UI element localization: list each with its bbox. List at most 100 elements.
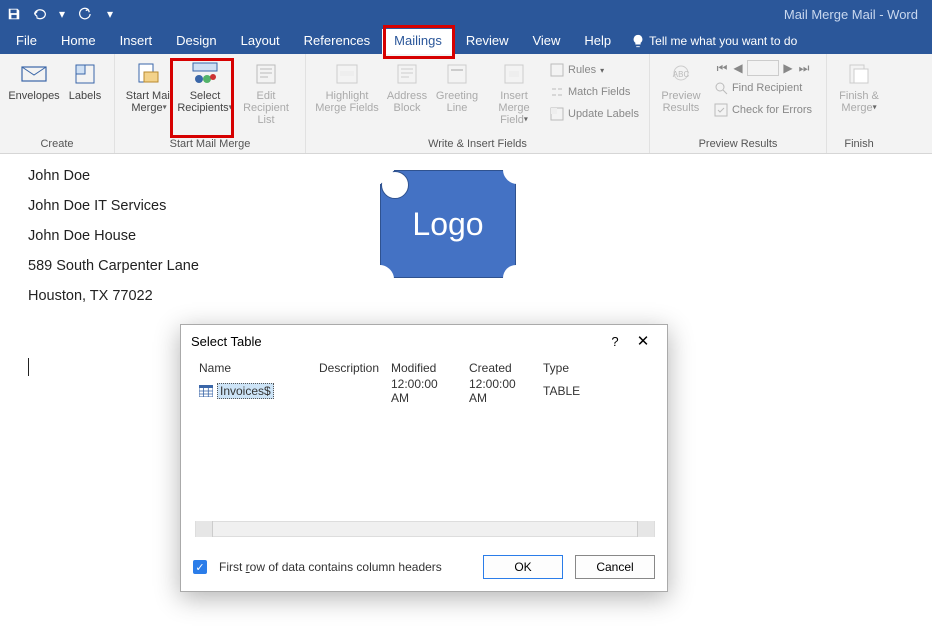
dialog-help-button[interactable]: ?: [601, 334, 629, 349]
edit-recipient-list-button[interactable]: Edit Recipient List: [233, 58, 299, 126]
ribbon-group-create: Envelopes Labels Create: [0, 54, 115, 153]
tab-review[interactable]: Review: [454, 29, 521, 54]
match-fields-button[interactable]: Match Fields: [550, 82, 639, 102]
last-record-icon[interactable]: ⏭: [797, 61, 811, 75]
ribbon-group-start-mail-merge: Start Mail Merge▾ Select Recipients▾ Edi…: [115, 54, 306, 153]
address-block-button[interactable]: Address Block: [382, 58, 432, 114]
cancel-button[interactable]: Cancel: [575, 555, 655, 579]
ribbon: Envelopes Labels Create Start Mail Merge…: [0, 54, 932, 154]
text-cursor: [28, 358, 29, 376]
finish-merge-icon: [845, 60, 873, 88]
dialog-footer: ✓ First row of data contains column head…: [181, 545, 667, 591]
select-recipients-icon: [191, 60, 219, 88]
logo-shape: Logo: [380, 170, 516, 278]
tab-file[interactable]: File: [4, 29, 49, 54]
ribbon-group-preview: ABC Preview Results ⏮ ◀ ▶ ⏭ Find Recipie…: [650, 54, 827, 153]
start-mail-merge-icon: [135, 60, 163, 88]
tell-me-search[interactable]: Tell me what you want to do: [623, 34, 805, 54]
undo-icon[interactable]: [32, 6, 48, 22]
table-row-created: 12:00:00 AM: [463, 377, 537, 405]
tell-me-label: Tell me what you want to do: [649, 34, 797, 48]
first-record-icon[interactable]: ⏮: [715, 61, 729, 75]
greeting-line-button[interactable]: Greeting Line: [432, 58, 482, 114]
group-label-finish: Finish: [827, 136, 891, 153]
save-icon[interactable]: [6, 6, 22, 22]
ribbon-group-finish: Finish & Merge▾ Finish: [827, 54, 891, 153]
col-type[interactable]: Type: [537, 361, 597, 375]
update-labels-icon: [550, 107, 564, 121]
title-bar: ▾ ▾ Mail Merge Mail - Word: [0, 0, 932, 28]
labels-icon: [71, 60, 99, 88]
update-labels-button[interactable]: Update Labels: [550, 104, 639, 124]
find-recipient-button[interactable]: Find Recipient: [714, 78, 812, 98]
dialog-titlebar: Select Table ? ✕: [181, 325, 667, 357]
col-modified[interactable]: Modified: [385, 361, 463, 375]
envelopes-icon: [20, 60, 48, 88]
record-navigation: ⏮ ◀ ▶ ⏭: [710, 60, 816, 76]
tab-view[interactable]: View: [520, 29, 572, 54]
start-mail-merge-button[interactable]: Start Mail Merge▾: [121, 58, 177, 114]
first-row-headers-label: First row of data contains column header…: [219, 560, 442, 574]
select-recipients-button[interactable]: Select Recipients▾: [177, 58, 233, 114]
group-label-write: Write & Insert Fields: [306, 136, 649, 153]
greeting-line-icon: [443, 60, 471, 88]
highlight-merge-fields-icon: [333, 60, 361, 88]
record-number-input[interactable]: [747, 60, 779, 76]
table-row-modified: 12:00:00 AM: [385, 377, 463, 405]
group-label-startmm: Start Mail Merge: [115, 136, 305, 153]
highlight-merge-fields-button[interactable]: Highlight Merge Fields: [312, 58, 382, 114]
match-fields-icon: [550, 85, 564, 99]
horizontal-scrollbar[interactable]: [195, 521, 655, 537]
qat-more-icon[interactable]: ▾: [102, 6, 118, 22]
next-record-icon[interactable]: ▶: [781, 61, 795, 75]
insert-merge-field-button[interactable]: Insert Merge Field▾: [482, 58, 546, 126]
tab-design[interactable]: Design: [164, 29, 228, 54]
tab-home[interactable]: Home: [49, 29, 108, 54]
quick-access-toolbar: ▾ ▾: [6, 6, 118, 22]
find-recipient-icon: [714, 81, 728, 95]
table-list: Name Description Modified Created Type I…: [193, 357, 655, 537]
insert-merge-field-icon: [500, 60, 528, 88]
tab-mailings[interactable]: Mailings: [382, 29, 454, 54]
col-created[interactable]: Created: [463, 361, 537, 375]
table-row[interactable]: Invoices$ 12:00:00 AM 12:00:00 AM TABLE: [193, 381, 655, 401]
table-row-type: TABLE: [537, 384, 597, 398]
labels-button[interactable]: Labels: [62, 58, 108, 102]
ribbon-tabs: File Home Insert Design Layout Reference…: [0, 28, 932, 54]
qat-dropdown-icon[interactable]: ▾: [58, 6, 66, 22]
prev-record-icon[interactable]: ◀: [731, 61, 745, 75]
col-description[interactable]: Description: [313, 361, 385, 375]
select-table-dialog: Select Table ? ✕ Name Description Modifi…: [180, 324, 668, 592]
tab-insert[interactable]: Insert: [108, 29, 165, 54]
tab-help[interactable]: Help: [572, 29, 623, 54]
edit-recipient-list-icon: [252, 60, 280, 88]
ribbon-group-write-insert: Highlight Merge Fields Address Block Gre…: [306, 54, 650, 153]
window-title: Mail Merge Mail - Word: [118, 7, 926, 22]
col-name[interactable]: Name: [193, 361, 313, 375]
group-label-preview: Preview Results: [650, 136, 826, 153]
check-errors-icon: [714, 103, 728, 117]
tab-layout[interactable]: Layout: [229, 29, 292, 54]
finish-merge-button[interactable]: Finish & Merge▾: [833, 58, 885, 114]
check-errors-button[interactable]: Check for Errors: [714, 100, 812, 120]
preview-results-button[interactable]: ABC Preview Results: [656, 58, 706, 114]
preview-results-icon: ABC: [667, 60, 695, 88]
rules-icon: [550, 63, 564, 77]
dialog-close-button[interactable]: ✕: [629, 332, 657, 350]
table-row-name: Invoices$: [217, 383, 274, 399]
ok-button[interactable]: OK: [483, 555, 563, 579]
redo-icon[interactable]: [76, 6, 92, 22]
table-icon: [199, 385, 213, 397]
group-label-create: Create: [0, 136, 114, 153]
address-block-icon: [393, 60, 421, 88]
doc-line-5: Houston, TX 77022: [28, 288, 912, 304]
logo-text: Logo: [380, 170, 516, 278]
tab-references[interactable]: References: [292, 29, 382, 54]
svg-text:ABC: ABC: [673, 70, 690, 79]
dialog-title: Select Table: [191, 334, 262, 349]
write-insert-stacked: Rules▾ Match Fields Update Labels: [546, 58, 643, 126]
rules-button[interactable]: Rules▾: [550, 60, 639, 80]
first-row-headers-checkbox[interactable]: ✓: [193, 560, 207, 574]
lightbulb-icon: [631, 34, 645, 48]
envelopes-button[interactable]: Envelopes: [6, 58, 62, 102]
